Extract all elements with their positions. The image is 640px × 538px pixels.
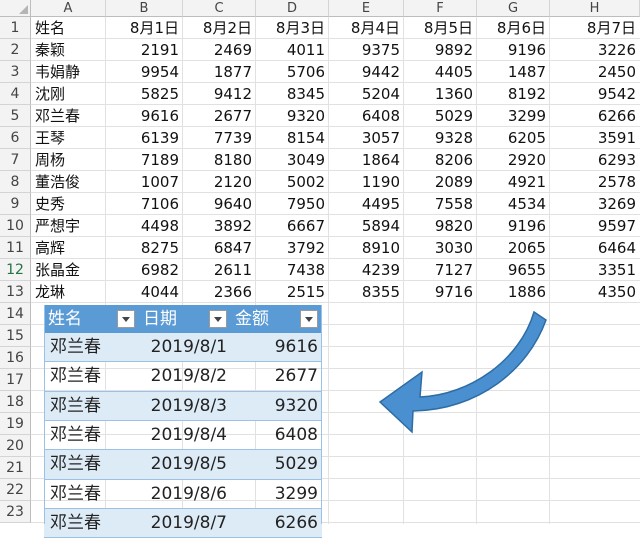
spreadsheet: ABCDEFGH 1 2 3 4 5 6 7 8 9 10 11 12 13 14 15 16 17 18 19 20… (0, 0, 640, 538)
curved-arrow-shape[interactable] (0, 0, 640, 524)
